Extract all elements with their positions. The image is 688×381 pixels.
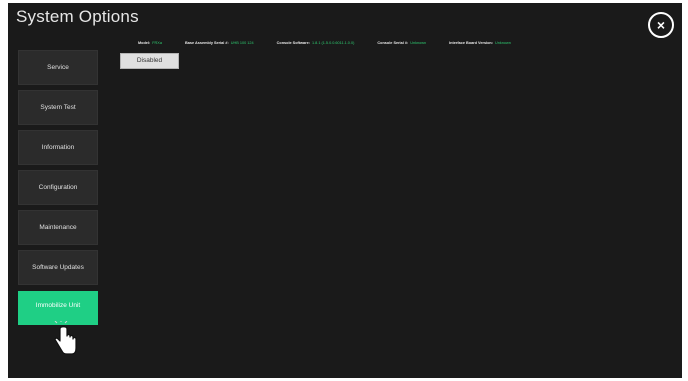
info-value: Unknown [410,41,427,45]
sidebar-item-service[interactable]: Service [18,50,98,85]
sidebar-item-configuration[interactable]: Configuration [18,170,98,205]
system-options-screen: System Options × Model: FRXa Base Assembl… [8,3,682,378]
hand-pointer-icon [54,321,77,355]
sidebar-item-software-updates[interactable]: Software Updates [18,250,98,285]
info-label: Base Assembly Serial #: [185,41,229,45]
info-value: UHB 100 124 [230,41,254,45]
info-label: Interface Board Version: [449,41,494,45]
sidebar-item-immobilize-unit[interactable]: Immobilize Unit [18,291,98,325]
info-label: Console Software: [276,41,310,45]
info-value: 1.8.1 (1.5.0.0.6011.1.0.0) [311,41,355,45]
info-label: Model: [138,41,151,45]
info-value: FRXa [152,41,162,45]
close-icon: × [656,17,666,33]
info-label: Console Serial #: [377,41,409,45]
sidebar: Service System Test Information Configur… [18,50,98,330]
sidebar-item-system-test[interactable]: System Test [18,90,98,125]
status-box: Disabled [120,53,179,69]
info-interface-board-version: Interface Board Version: Unknown [449,39,511,47]
info-value: Unknown [495,41,511,45]
info-base-assembly-serial: Base Assembly Serial #: UHB 100 124 [185,39,254,47]
sidebar-item-maintenance[interactable]: Maintenance [18,210,98,245]
close-button[interactable]: × [648,12,674,38]
info-model: Model: FRXa [138,39,162,47]
device-info-bar: Model: FRXa Base Assembly Serial #: UHB 10… [138,39,533,47]
info-console-software: Console Software: 1.8.1 (1.5.0.0.6011.1.0… [277,39,355,47]
info-console-serial: Console Serial #: Unknown [377,39,426,47]
page-title: System Options [16,7,139,26]
sidebar-item-information[interactable]: Information [18,130,98,165]
